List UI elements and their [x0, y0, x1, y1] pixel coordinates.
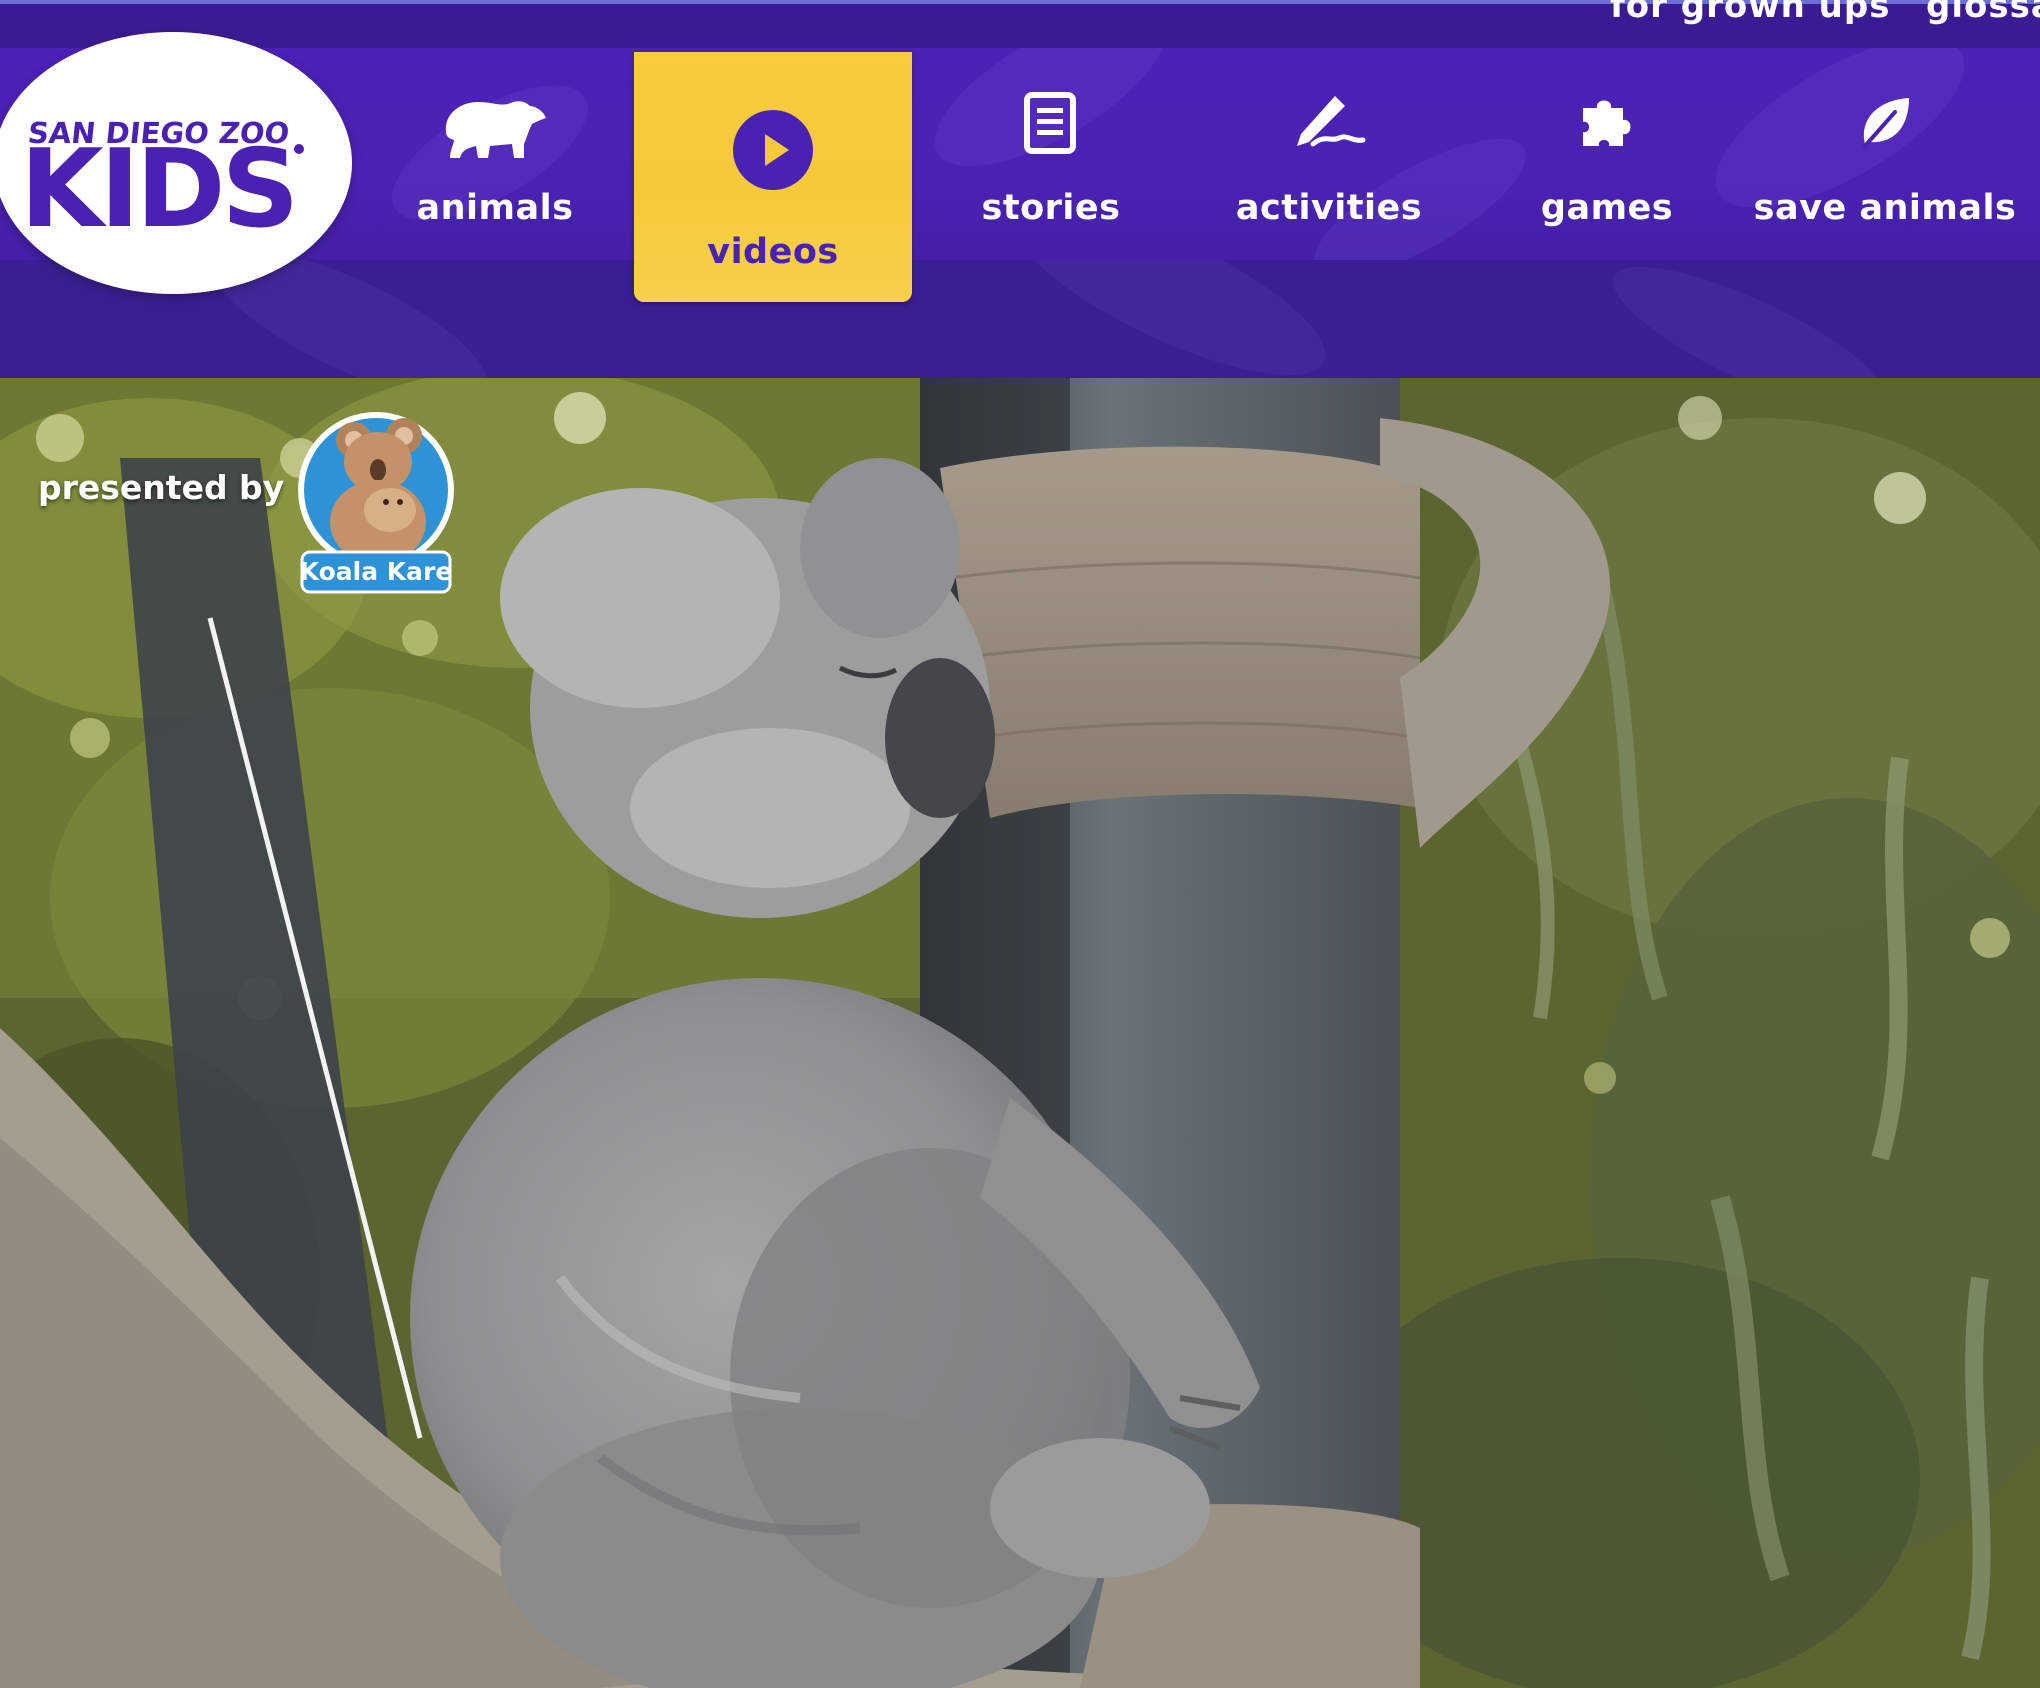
paw-pad-icon [294, 144, 304, 154]
document-icon [1024, 92, 1076, 154]
nav-activities-label: activities [1235, 188, 1423, 228]
nav-games[interactable]: games [1468, 48, 1746, 260]
nav-stories-label: stories [981, 188, 1121, 228]
puzzle-icon [1583, 100, 1631, 146]
bear-icon [445, 101, 546, 158]
top-utility-bar: for grown ups glossary [0, 0, 2040, 48]
leaf-icon [1863, 98, 1909, 148]
nav-band [0, 260, 2040, 378]
video-player[interactable]: presented by Koala Kare [0, 378, 2040, 1688]
nav-videos[interactable]: videos [634, 52, 912, 302]
logo-main-text: KIDS [20, 127, 299, 252]
nav-videos-label: videos [707, 232, 839, 272]
san-diego-zoo-kids-logo[interactable]: SAN DIEGO ZOO KIDS [0, 32, 352, 294]
for-grown-ups-link[interactable]: for grown ups [1610, 0, 1890, 26]
play-circle-icon [733, 110, 813, 190]
nav-stories[interactable]: stories [912, 48, 1190, 260]
nav-animals[interactable]: animals [356, 48, 634, 260]
koala-kare-sponsor-logo[interactable]: Koala Kare [296, 410, 456, 596]
nav-animals-label: animals [416, 188, 574, 228]
pencil-icon [1297, 96, 1366, 147]
nav-activities[interactable]: activities [1190, 48, 1468, 260]
nav-save-animals-label: save animals [1753, 188, 2017, 228]
glossary-link[interactable]: glossary [1926, 0, 2040, 26]
sponsor-label: Koala Kare [300, 557, 453, 586]
nav-save-animals[interactable]: save animals [1746, 48, 2024, 260]
presented-by-text: presented by [38, 468, 285, 507]
nav-games-label: games [1540, 188, 1674, 228]
